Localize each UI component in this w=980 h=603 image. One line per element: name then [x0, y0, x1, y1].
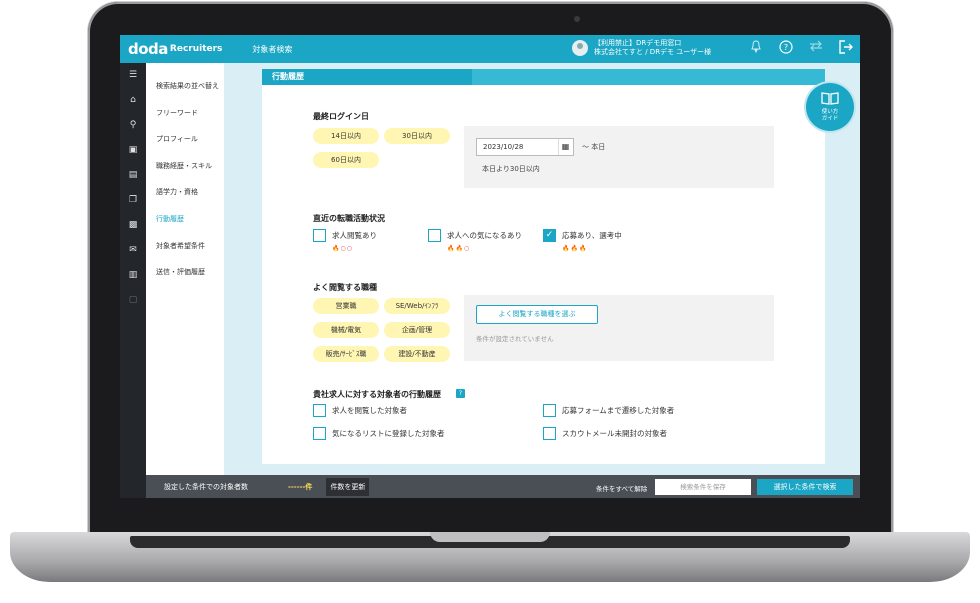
- id-card-icon[interactable]: ▢: [127, 294, 139, 306]
- label-applied: 応募あり、選考中: [562, 231, 622, 240]
- chip-30days[interactable]: 30日以内: [384, 128, 450, 144]
- book-icon: [806, 91, 854, 109]
- chip-14days[interactable]: 14日以内: [313, 128, 379, 144]
- chip-60days[interactable]: 60日以内: [313, 152, 379, 168]
- label-scout-unopened: スカウトメール未開封の対象者: [562, 429, 667, 438]
- calendar-icon[interactable]: ▦: [558, 139, 572, 155]
- main-area: 行動履歴 最終ログイン日 14日以内 30日以内 60日以内 2023/10/2…: [224, 63, 860, 498]
- icon-sidebar: ☰ ⌂ ⚲ ▣ ▤ ❐ ▩ ✉ ▥ ▢: [120, 63, 146, 498]
- company-history-label: 貴社求人に対する対象者の行動履歴: [313, 390, 441, 399]
- logout-icon[interactable]: [838, 40, 854, 56]
- user-line2: 株式会社てすと / DRデモ ユーザー様: [594, 48, 712, 56]
- help-icon[interactable]: ?: [778, 40, 794, 56]
- chip-planning[interactable]: 企画/管理: [384, 322, 450, 338]
- mail-icon[interactable]: ✉: [127, 244, 139, 256]
- empty-hint: 条件が設定されていません: [476, 335, 554, 343]
- flame-icon: 🔥🔥🔥: [562, 245, 588, 252]
- count-value: ------件: [288, 482, 313, 491]
- checkbox-applied[interactable]: ✓: [543, 229, 556, 242]
- bell-icon[interactable]: [748, 40, 764, 56]
- label-job-viewed: 求人閲覧あり: [332, 231, 377, 240]
- chip-sales[interactable]: 営業職: [313, 298, 379, 314]
- avatar: [572, 40, 588, 56]
- label-apply-form: 応募フォームまで遷移した対象者: [562, 406, 675, 415]
- label-viewed-job: 求人を閲覧した対象者: [332, 406, 407, 415]
- flame-icon: 🔥🔥○: [447, 245, 471, 252]
- guide-line1: 使い方: [821, 109, 839, 115]
- copy-icon[interactable]: ❐: [127, 194, 139, 206]
- logo-sub: Recruiters: [169, 44, 223, 54]
- menu-item-behavior[interactable]: 行動履歴: [146, 206, 224, 233]
- count-label: 設定した条件での対象者数: [164, 482, 248, 491]
- checkbox-interest-list[interactable]: [313, 427, 326, 440]
- top-bar: doda Recruiters 対象者検索 【利用禁止】DRデモ用窓口 株式会社…: [120, 35, 860, 63]
- jobs-select-box: よく閲覧する職種を選ぶ 条件が設定されていません: [464, 295, 774, 361]
- chip-se-web[interactable]: SE/Web/ｲﾝﾌﾗ: [384, 298, 450, 314]
- viewed-jobs-label: よく閲覧する職種: [313, 283, 377, 292]
- menu-item-language[interactable]: 語学力・資格: [146, 179, 224, 206]
- last-login-label: 最終ログイン日: [313, 112, 369, 121]
- switch-icon[interactable]: [808, 40, 824, 56]
- bottom-bar: 設定した条件での対象者数 ------件 件数を更新 条件をすべて解除 検索条件…: [146, 475, 860, 498]
- chip-machine[interactable]: 機械/電気: [313, 322, 379, 338]
- screen: doda Recruiters 対象者検索 【利用禁止】DRデモ用窓口 株式会社…: [120, 35, 860, 498]
- user-line1: 【利用禁止】DRデモ用窓口: [594, 39, 682, 47]
- side-menu: 検索結果の並べ替え フリーワード プロフィール 職務経歴・スキル 語学力・資格 …: [146, 63, 224, 498]
- menu-item-preference[interactable]: 対象者希望条件: [146, 233, 224, 260]
- label-job-interest: 求人への気になるあり: [447, 231, 522, 240]
- guide-button[interactable]: 使い方 ガイド: [806, 83, 854, 131]
- chip-service[interactable]: 販売/ｻｰﾋﾞｽ職: [313, 346, 379, 362]
- logo[interactable]: doda: [128, 40, 168, 58]
- menu-item-sort[interactable]: 検索結果の並べ替え: [146, 73, 224, 100]
- menu-item-freeword[interactable]: フリーワード: [146, 100, 224, 127]
- svg-text:?: ?: [784, 43, 788, 52]
- nav-search[interactable]: 対象者検索: [252, 44, 292, 55]
- building-icon[interactable]: ▥: [127, 269, 139, 281]
- menu-icon[interactable]: ☰: [127, 69, 139, 81]
- checkbox-job-viewed[interactable]: [313, 229, 326, 242]
- refresh-count-button[interactable]: 件数を更新: [326, 477, 370, 496]
- search-button[interactable]: 選択した条件で検索: [757, 479, 853, 495]
- profile-icon[interactable]: ▩: [127, 219, 139, 231]
- menu-item-history[interactable]: 送信・評価履歴: [146, 259, 224, 286]
- job-activity-label: 直近の転職活動状況: [313, 214, 385, 223]
- search-icon[interactable]: ⚲: [127, 119, 139, 131]
- help-icon[interactable]: ?: [456, 389, 465, 398]
- date-box: 2023/10/28 ▦ ～ 本日 本日より30日以内: [464, 126, 774, 188]
- checkbox-job-interest[interactable]: [428, 229, 441, 242]
- panel-title: 行動履歴: [262, 69, 825, 85]
- date-note: 本日より30日以内: [482, 165, 540, 173]
- date-suffix: ～ 本日: [582, 143, 606, 151]
- top-icons: ?: [748, 40, 854, 56]
- save-conditions-button[interactable]: 検索条件を保存: [655, 479, 751, 495]
- menu-item-career[interactable]: 職務経歴・スキル: [146, 153, 224, 180]
- chip-construction[interactable]: 建設/不動産: [384, 346, 450, 362]
- guide-line2: ガイド: [821, 116, 839, 122]
- camera-icon: [574, 16, 580, 22]
- menu-item-profile[interactable]: プロフィール: [146, 126, 224, 153]
- clear-all-link[interactable]: 条件をすべて解除: [596, 483, 647, 493]
- document-icon[interactable]: ▤: [127, 169, 139, 181]
- user-area[interactable]: 【利用禁止】DRデモ用窓口 株式会社てすと / DRデモ ユーザー様: [572, 39, 711, 57]
- home-icon[interactable]: ⌂: [127, 94, 139, 106]
- laptop-notch: [430, 532, 550, 542]
- select-jobs-button[interactable]: よく閲覧する職種を選ぶ: [476, 305, 598, 324]
- save-icon[interactable]: ▣: [127, 144, 139, 156]
- checkbox-viewed-job[interactable]: [313, 404, 326, 417]
- behavior-panel: 行動履歴 最終ログイン日 14日以内 30日以内 60日以内 2023/10/2…: [262, 69, 825, 464]
- flame-icon: 🔥○○: [332, 245, 353, 252]
- checkbox-apply-form[interactable]: [543, 404, 556, 417]
- label-interest-list: 気になるリストに登録した対象者: [332, 429, 445, 438]
- checkbox-scout-unopened[interactable]: [543, 427, 556, 440]
- user-info: 【利用禁止】DRデモ用窓口 株式会社てすと / DRデモ ユーザー様: [594, 39, 711, 57]
